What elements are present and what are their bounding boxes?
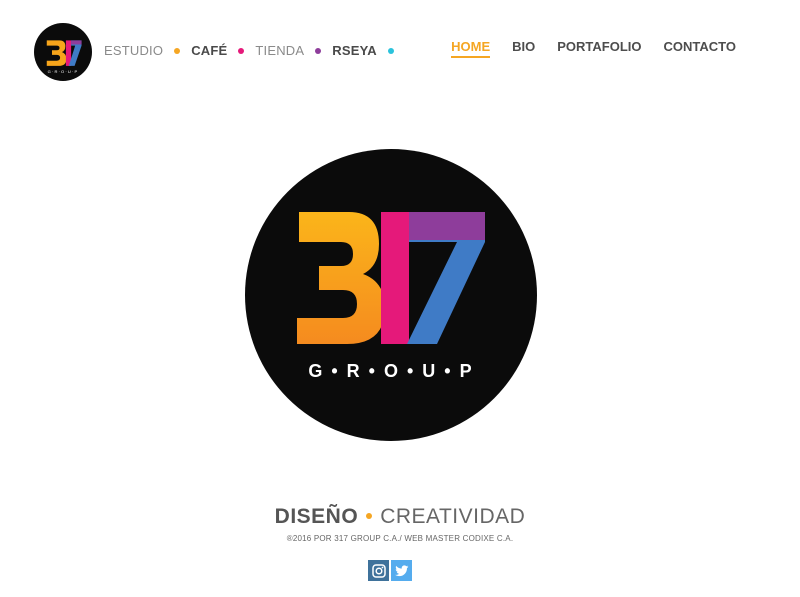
instagram-icon[interactable] xyxy=(368,560,389,581)
tagline: DISEÑO CREATIVIDAD xyxy=(0,505,800,529)
dot-cyan xyxy=(387,47,394,54)
logo-317-small[interactable]: G·R·O·U·P xyxy=(34,23,92,81)
nav-home[interactable]: HOME xyxy=(451,39,491,58)
tagline-diseno: DISEÑO xyxy=(274,505,359,528)
dot-magenta xyxy=(238,47,245,54)
brand-item-tienda[interactable]: TIENDA xyxy=(255,43,304,58)
copyright-text: ®2016 POR 317 GROUP C.A./ WEB MASTER COD… xyxy=(286,534,514,543)
nav-contacto[interactable]: CONTACTO xyxy=(664,39,736,58)
nav-bio[interactable]: BIO xyxy=(512,39,535,58)
hero-logo-word: G • R • O • U • P xyxy=(308,361,473,381)
nav-portafolio[interactable]: PORTAFOLIO xyxy=(557,39,641,58)
svg-text:G·R·O·U·P: G·R·O·U·P xyxy=(48,69,79,74)
dot-purple xyxy=(315,47,322,54)
brand-item-estudio[interactable]: ESTUDIO xyxy=(104,43,163,58)
brand-nav: ESTUDIO CAFÉ TIENDA RSEYA xyxy=(104,43,405,58)
dot-yellow xyxy=(174,47,181,54)
hero-logo-317: G • R • O • U • P xyxy=(245,149,537,441)
brand-item-cafe[interactable]: CAFÉ xyxy=(191,43,227,58)
twitter-icon[interactable] xyxy=(391,560,412,581)
tagline-dot xyxy=(366,513,373,520)
tagline-creatividad: CREATIVIDAD xyxy=(380,505,526,528)
social-links xyxy=(368,560,412,581)
brand-item-rseya[interactable]: RSEYA xyxy=(332,43,377,58)
main-nav: HOME BIO PORTAFOLIO CONTACTO xyxy=(429,39,736,58)
